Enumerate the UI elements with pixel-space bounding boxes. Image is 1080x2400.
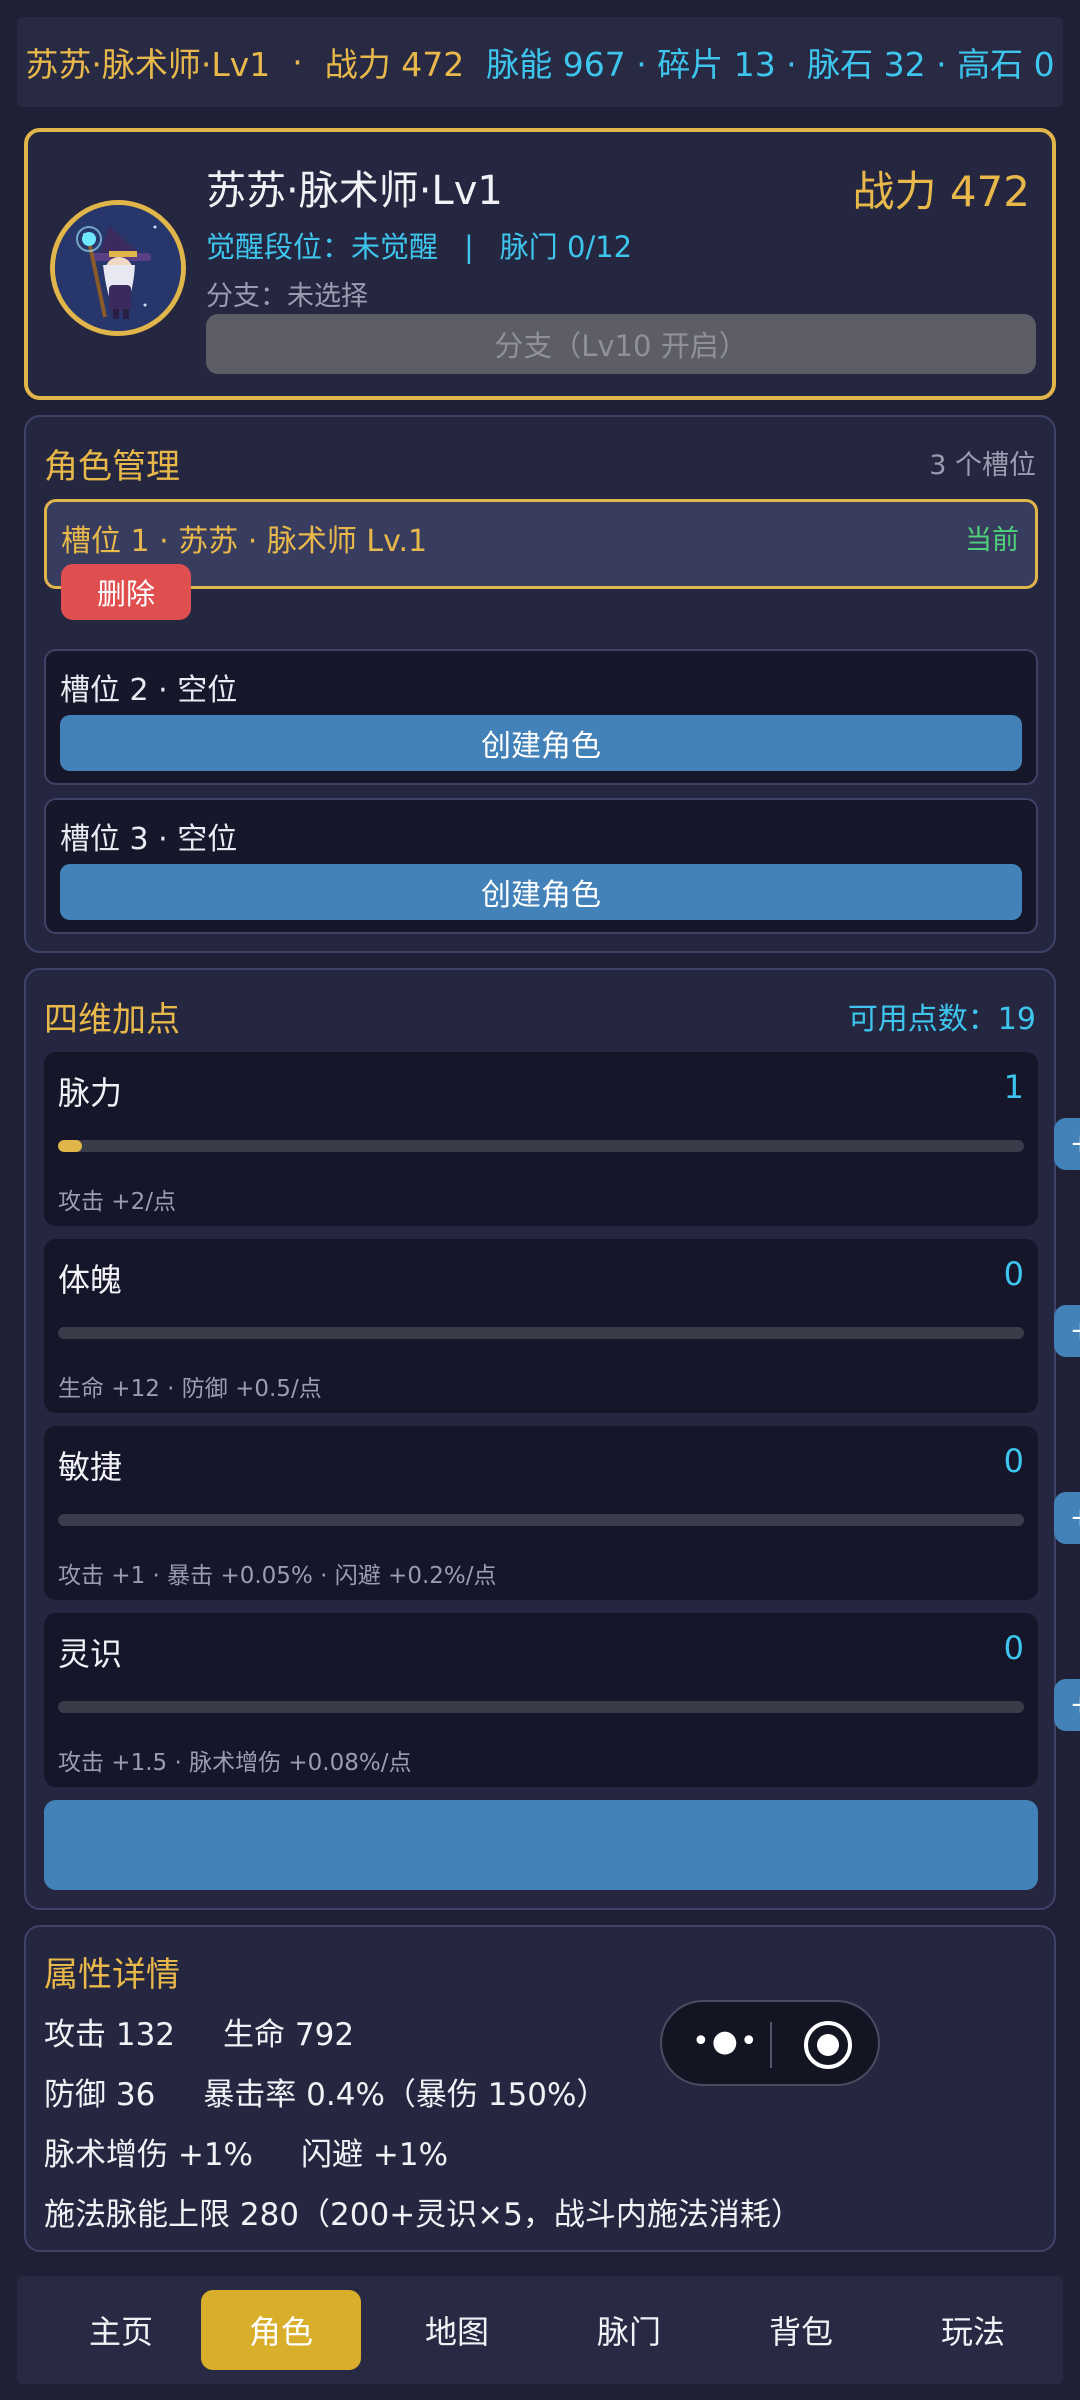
- stat-name: 脉力: [58, 1074, 123, 1112]
- dodge-stat: 闪避 +1%: [301, 2137, 449, 2173]
- stat-value: 0: [1003, 1629, 1024, 1667]
- topbar-separator: ·: [292, 42, 303, 82]
- energy-cap-stat: 施法脉能上限 280（200+灵识×5，战斗内施法消耗）: [44, 2197, 802, 2233]
- role-slot-1[interactable]: 槽位 1 · 苏苏 · 脉术师 Lv.1 当前 删除: [44, 499, 1038, 620]
- add-point-button[interactable]: +: [1054, 1492, 1080, 1544]
- profile-card: 苏苏·脉术师·Lv1 战力 472 觉醒段位：未觉醒 | 脉门 0/12 分支：未选…: [24, 128, 1056, 400]
- current-badge: 当前: [965, 525, 1019, 556]
- capsule-divider: [770, 2022, 772, 2068]
- stat-slider[interactable]: [58, 1140, 1024, 1152]
- add-point-button[interactable]: +: [1054, 1118, 1080, 1170]
- stat-slider[interactable]: [58, 1327, 1024, 1339]
- topbar-power: 战力 472: [324, 45, 465, 84]
- role-management-title: 角色管理: [44, 447, 180, 487]
- stat-row-agility: 敏捷 0 攻击 +1 · 暴击 +0.05% · 闪避 +0.2%/点 +: [44, 1426, 1080, 1600]
- witch-avatar-icon: [55, 205, 181, 331]
- stat-description: 生命 +12 · 防御 +0.5/点: [58, 1376, 322, 1402]
- attribute-details-card: 属性详情 攻击 132 生命 792 防御 36 暴击率 0.4%（暴伤 150%）…: [24, 1925, 1056, 2252]
- slot-count: 3 个槽位: [929, 450, 1036, 481]
- stat-slider[interactable]: [58, 1701, 1024, 1713]
- attr-line-2: 防御 36 暴击率 0.4%（暴伤 150%）: [44, 2069, 607, 2114]
- confirm-allocation-button[interactable]: [44, 1800, 1038, 1890]
- create-role-button[interactable]: 创建角色: [60, 864, 1022, 920]
- attack-stat: 攻击 132: [44, 2017, 176, 2053]
- defense-stat: 防御 36: [44, 2077, 156, 2113]
- stat-value: 0: [1003, 1255, 1024, 1293]
- resource-bar: 苏苏·脉术师·Lv1 · 战力 472 脉能 967 · 碎片 13 · 脉石 …: [17, 17, 1063, 107]
- branch-button[interactable]: 分支（Lv10 开启）: [206, 314, 1036, 374]
- nav-home[interactable]: 主页: [41, 2290, 201, 2370]
- miniprogram-capsule: •●•: [660, 2000, 880, 2086]
- attr-line-1: 攻击 132 生命 792: [44, 2009, 354, 2054]
- stat-slider[interactable]: [58, 1514, 1024, 1526]
- stat-row-strength: 脉力 1 攻击 +2/点 +: [44, 1052, 1080, 1226]
- nav-meridian[interactable]: 脉门: [549, 2290, 709, 2370]
- stat-slider-fill: [58, 1140, 83, 1152]
- delete-button[interactable]: 删除: [61, 564, 191, 620]
- nav-bag[interactable]: 背包: [721, 2290, 881, 2370]
- stat-name: 体魄: [58, 1261, 123, 1299]
- attribute-details-title: 属性详情: [44, 1955, 180, 1995]
- add-point-button[interactable]: +: [1054, 1305, 1080, 1357]
- role-slot-2: 槽位 2 · 空位 创建角色: [44, 649, 1038, 785]
- crit-stat: 暴击率 0.4%（暴伤 150%）: [203, 2077, 608, 2113]
- avatar[interactable]: [50, 200, 186, 336]
- awakening-info: 觉醒段位：未觉醒 | 脉门 0/12: [206, 224, 632, 266]
- awakening-rank: 觉醒段位：未觉醒: [206, 230, 439, 264]
- slot-label: 槽位 3 · 空位: [60, 822, 238, 857]
- slot-label: 槽位 1 · 苏苏 · 脉术师 Lv.1: [61, 524, 428, 559]
- topbar-resources: 脉能 967 · 碎片 13 · 脉石 32 · 高石 0: [486, 45, 1055, 84]
- spell-damage-stat: 脉术增伤 +1%: [44, 2137, 254, 2173]
- profile-name: 苏苏·脉术师·Lv1: [206, 168, 503, 214]
- stat-allocation-title: 四维加点: [44, 1000, 180, 1040]
- attr-line-3: 脉术增伤 +1% 闪避 +1%: [44, 2129, 448, 2174]
- stat-description: 攻击 +1 · 暴击 +0.05% · 闪避 +0.2%/点: [58, 1563, 497, 1589]
- branch-label: 分支：未选择: [206, 281, 368, 312]
- topbar-character-name: 苏苏·脉术师·Lv1: [25, 45, 271, 84]
- add-point-button[interactable]: +: [1054, 1679, 1080, 1731]
- stat-value: 1: [1003, 1068, 1024, 1106]
- slot-label: 槽位 2 · 空位: [60, 673, 238, 708]
- stat-description: 攻击 +2/点: [58, 1189, 176, 1215]
- stat-name: 敏捷: [58, 1448, 123, 1486]
- stat-row-constitution: 体魄 0 生命 +12 · 防御 +0.5/点 +: [44, 1239, 1080, 1413]
- role-management-card: 角色管理 3 个槽位 槽位 1 · 苏苏 · 脉术师 Lv.1 当前 删除 槽位…: [24, 415, 1056, 953]
- nav-map[interactable]: 地图: [377, 2290, 537, 2370]
- more-icon[interactable]: •●•: [692, 2024, 760, 2059]
- nav-gameplay[interactable]: 玩法: [893, 2290, 1053, 2370]
- create-role-button[interactable]: 创建角色: [60, 715, 1022, 771]
- bottom-navigation: 主页 角色 地图 脉门 背包 玩法: [17, 2276, 1063, 2384]
- stat-allocation-card: 四维加点 可用点数：19 脉力 1 攻击 +2/点 + 体魄 0 生命 +12 …: [24, 968, 1080, 1910]
- meridian-progress: 脉门 0/12: [499, 230, 633, 264]
- stat-name: 灵识: [58, 1635, 123, 1673]
- stat-row-spirit: 灵识 0 攻击 +1.5 · 脉术增伤 +0.08%/点 +: [44, 1613, 1080, 1787]
- available-points: 可用点数：19: [847, 1002, 1036, 1037]
- nav-character[interactable]: 角色: [201, 2290, 361, 2370]
- stat-value: 0: [1003, 1442, 1024, 1480]
- profile-power: 战力 472: [852, 167, 1030, 216]
- close-target-icon[interactable]: [804, 2021, 852, 2069]
- role-slot-3: 槽位 3 · 空位 创建角色: [44, 798, 1038, 934]
- stat-description: 攻击 +1.5 · 脉术增伤 +0.08%/点: [58, 1750, 412, 1776]
- hp-stat: 生命 792: [223, 2017, 355, 2053]
- info-divider: |: [464, 230, 474, 264]
